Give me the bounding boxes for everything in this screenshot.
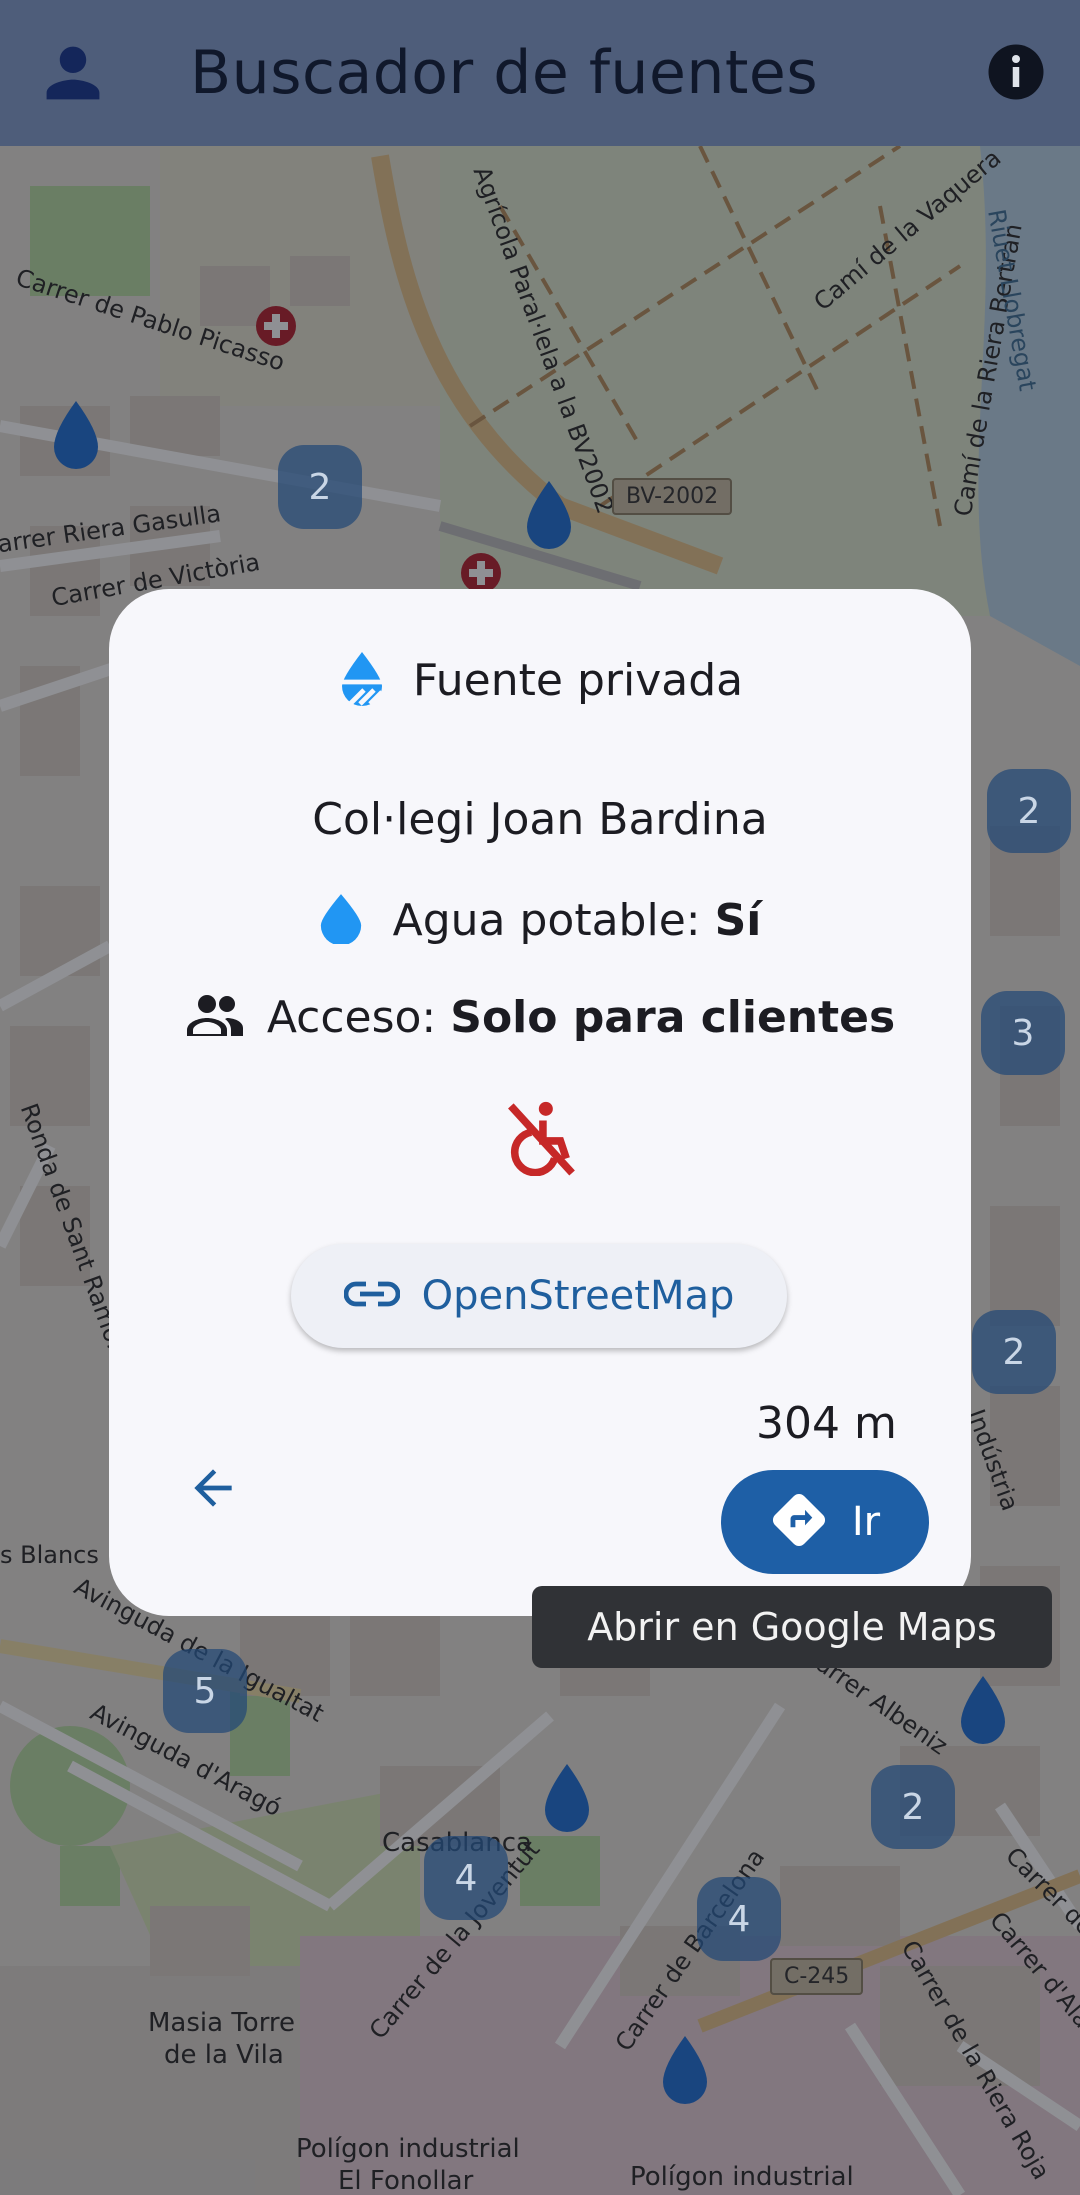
- map-cluster[interactable]: 4: [424, 1836, 508, 1920]
- map-cluster[interactable]: 2: [987, 769, 1071, 853]
- link-icon: [343, 1279, 400, 1313]
- fountain-type-row: Fuente privada: [109, 650, 971, 710]
- map-cluster[interactable]: 2: [871, 1765, 955, 1849]
- info-icon[interactable]: [986, 42, 1046, 102]
- fountain-type-label: Fuente privada: [412, 654, 744, 706]
- openstreetmap-button-label: OpenStreetMap: [421, 1273, 735, 1319]
- go-button-label: Ir: [851, 1499, 881, 1545]
- directions-icon: [770, 1491, 828, 1553]
- map-cluster[interactable]: 2: [278, 445, 362, 529]
- go-button[interactable]: Ir: [721, 1470, 929, 1574]
- water-drop-icon: [319, 892, 363, 948]
- arrow-back-icon[interactable]: [185, 1460, 241, 1516]
- potable-value: Sí: [714, 894, 762, 946]
- water-drop-striped-icon: [337, 650, 387, 710]
- access-label: Acceso:: [266, 992, 437, 1043]
- map-cluster[interactable]: 4: [697, 1877, 781, 1961]
- map-cluster[interactable]: 5: [163, 1649, 247, 1733]
- distance-label: 304 m: [756, 1398, 897, 1449]
- accessibility-row: [109, 1100, 971, 1180]
- group-icon: [185, 994, 245, 1042]
- openstreetmap-button[interactable]: OpenStreetMap: [291, 1244, 787, 1348]
- potable-row: Agua potable: Sí: [109, 892, 971, 948]
- map-cluster[interactable]: 3: [981, 991, 1065, 1075]
- potable-label: Agua potable:: [392, 894, 701, 946]
- access-row: Acceso: Solo para clientes: [109, 992, 971, 1043]
- person-icon[interactable]: [40, 40, 106, 106]
- fountain-name-row: Col·legi Joan Bardina: [109, 794, 971, 845]
- tooltip: Abrir en Google Maps: [532, 1586, 1052, 1668]
- fountain-name: Col·legi Joan Bardina: [312, 794, 768, 845]
- page-title: Buscador de fuentes: [190, 38, 819, 108]
- not-accessible-icon: [505, 1100, 575, 1180]
- map-cluster[interactable]: 2: [972, 1310, 1056, 1394]
- access-value: Solo para clientes: [450, 992, 896, 1043]
- app-bar: Buscador de fuentes: [0, 0, 1080, 146]
